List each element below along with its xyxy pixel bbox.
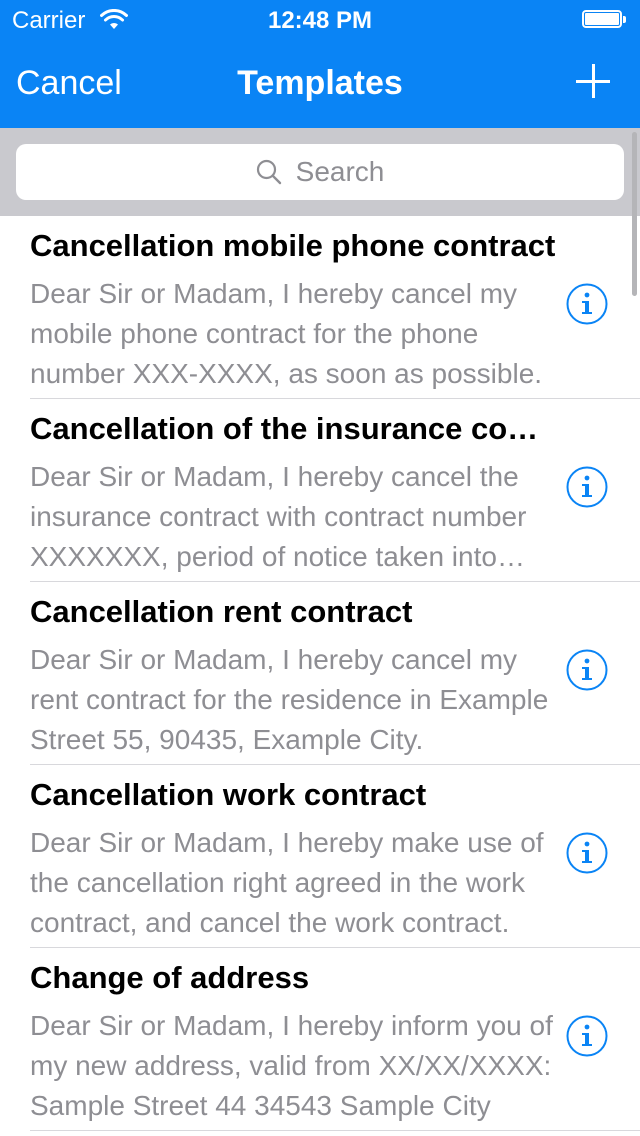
search-icon [256,159,281,185]
list-item[interactable]: Cancellation of the insurance contract D… [30,399,640,582]
cancel-button[interactable]: Cancel [16,64,122,103]
add-template-button[interactable] [576,64,610,98]
template-title: Cancellation work contract [30,777,427,812]
template-description: Dear Sir or Madam, I hereby cancel the i… [30,461,527,572]
template-description: Dear Sir or Madam, I hereby make use of … [30,827,544,938]
template-description: Dear Sir or Madam, I hereby cancel my mo… [30,278,543,389]
info-icon[interactable] [566,832,608,874]
template-title: Cancellation mobile phone contract [30,228,556,263]
template-title: Cancellation rent contract [30,594,413,629]
status-time: 12:48 PM [267,7,373,34]
list-item[interactable]: Change of address Dear Sir or Madam, I h… [30,948,640,1131]
template-description: Dear Sir or Madam, I hereby cancel my re… [30,644,549,755]
navigation-header: Carrier 12:48 PM Cancel Templates [0,0,640,128]
search-input[interactable]: Search [16,144,624,200]
list-item[interactable]: Cancellation mobile phone contract Dear … [30,216,640,399]
info-icon[interactable] [566,1015,608,1057]
template-description: Dear Sir or Madam, I hereby inform you o… [30,1010,553,1121]
template-list: Cancellation mobile phone contract Dear … [0,216,640,1131]
template-title: Cancellation of the insurance contract [30,411,556,446]
list-item[interactable]: Cancellation work contract Dear Sir or M… [30,765,640,948]
scroll-indicator[interactable] [632,132,637,296]
battery-icon [582,10,626,30]
template-title: Change of address [30,960,310,995]
list-item[interactable]: Cancellation rent contract Dear Sir or M… [30,582,640,765]
search-bar: Search [0,128,640,216]
status-bar: Carrier 12:48 PM [0,0,640,40]
search-placeholder: Search [295,156,385,187]
info-icon[interactable] [566,466,608,508]
info-icon[interactable] [566,649,608,691]
info-icon[interactable] [566,283,608,325]
